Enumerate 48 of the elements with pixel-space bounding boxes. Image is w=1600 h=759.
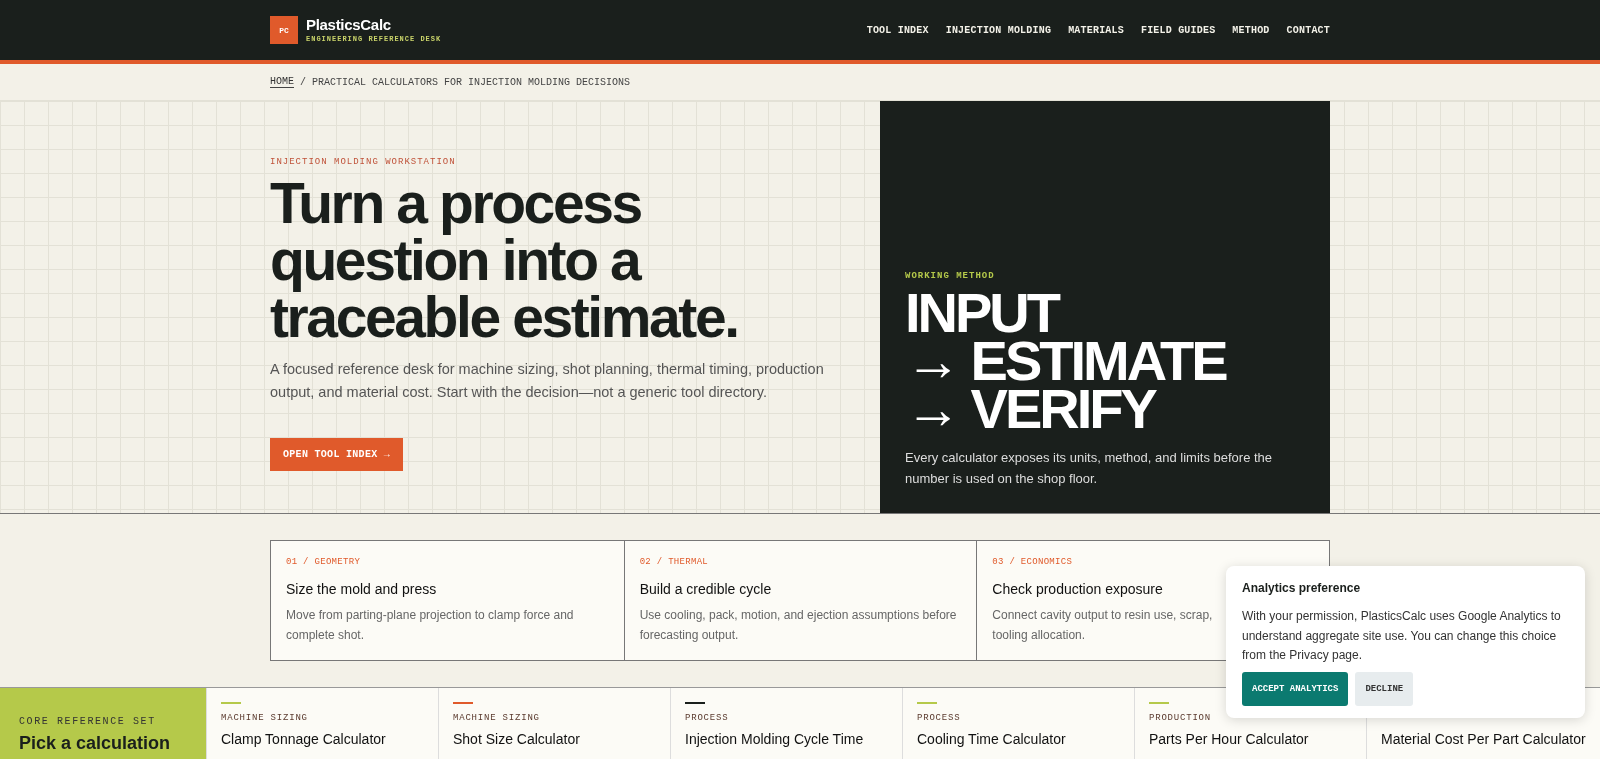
step-label: 02 / THERMAL [639, 557, 710, 567]
hero-eyebrow: INJECTION MOLDING WORKSTATION [270, 157, 457, 167]
nav-link[interactable]: INJECTION MOLDING [945, 24, 1052, 36]
hero-lead: A focused reference desk for machine sizing, shot planning, thermal timing, production output, and material cost. Start with the decision—not a generic tool directory. [270, 360, 825, 402]
step-text: Move from parting-plane projection to clamp force and complete shot. [286, 607, 575, 644]
decline-button[interactable]: DECLINE [1355, 671, 1414, 706]
tool-category: PRODUCTION [1149, 713, 1212, 724]
tool-title: Clamp Tonnage Calculator [221, 731, 386, 747]
accept-analytics-button[interactable]: ACCEPT ANALYTICS [1242, 671, 1349, 706]
tool-card[interactable]: PROCESS Injection Molding Cycle Time [670, 688, 902, 759]
breadcrumb-current: PRACTICAL CALCULATORS FOR INJECTION MOLDING DECISIONS [312, 76, 631, 88]
step-text: Use cooling, pack, motion, and ejection assumptions before forecasting output. [639, 607, 958, 644]
panel-eyebrow: WORKING METHOD [905, 271, 996, 281]
step-title: Size the mold and press [286, 581, 437, 597]
nav-link[interactable]: MATERIALS [1068, 24, 1124, 36]
reference-title: Pick a calculation [19, 733, 172, 754]
panel-text: Every calculator exposes its units, method, and limits before the number is used on the shop floor. [905, 449, 1274, 488]
breadcrumb-link[interactable]: HOME [270, 76, 294, 88]
tool-title: Material Cost Per Part Calculator [1381, 731, 1586, 747]
tool-category: MACHINE SIZING [453, 713, 541, 724]
consent-text: With your permission, PlasticsCalc uses Google Analytics to understand aggregate site use. You can change this choice from the Privacy page. [1242, 608, 1562, 664]
breadcrumb-separator: / [300, 76, 307, 88]
nav-link[interactable]: FIELD GUIDES [1140, 24, 1216, 36]
hero-title: Turn a process question into a traceable estimate. [270, 175, 739, 346]
nav-link[interactable]: METHOD [1232, 24, 1270, 36]
tool-card[interactable]: PROCESS Cooling Time Calculator [902, 688, 1134, 759]
step-label: 01 / GEOMETRY [286, 557, 362, 567]
reference-eyebrow: CORE REFERENCE SET [19, 716, 157, 727]
step-label: 03 / ECONOMICS [992, 557, 1074, 567]
nav-link[interactable]: TOOL INDEX [866, 24, 929, 36]
tool-category: PROCESS [685, 713, 730, 724]
open-tool-index-button[interactable]: OPEN TOOL INDEX → [270, 438, 404, 471]
step-text: Connect cavity output to resin use, scrap, tooling allocation. [992, 607, 1213, 644]
tool-category: PROCESS [917, 713, 962, 724]
step-title: Build a credible cycle [639, 581, 772, 597]
tool-title: Shot Size Calculator [453, 731, 580, 747]
consent-title: Analytics preference [1242, 581, 1362, 595]
method-heading: INPUT → ESTIMATE → VERIFY [905, 289, 1228, 433]
tool-title: Injection Molding Cycle Time [685, 731, 864, 747]
tool-card[interactable]: MACHINE SIZING Shot Size Calculator [438, 688, 670, 759]
tool-category: MACHINE SIZING [221, 713, 309, 724]
tool-title: Cooling Time Calculator [917, 731, 1066, 747]
logo-mark[interactable]: PC [270, 16, 298, 44]
tool-card[interactable]: MACHINE SIZING Clamp Tonnage Calculator [206, 688, 438, 759]
tool-title: Parts Per Hour Calculator [1149, 731, 1309, 747]
nav-link[interactable]: CONTACT [1286, 24, 1330, 36]
step-title: Check production exposure [992, 581, 1163, 597]
brand-name[interactable]: PlasticsCalc [306, 17, 442, 33]
